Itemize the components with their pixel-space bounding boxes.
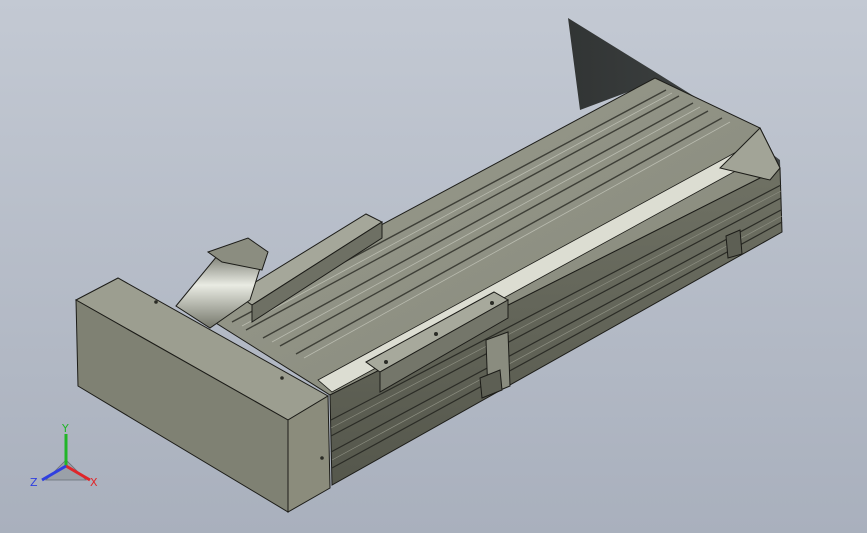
z-axis-label: Z (30, 476, 38, 489)
x-axis-label: X (90, 476, 98, 489)
y-axis-label: Y (61, 422, 69, 435)
3d-viewport[interactable]: Y X Z (0, 0, 867, 533)
coordinate-triad: Y X Z (30, 422, 98, 489)
model-scene[interactable] (0, 0, 867, 533)
